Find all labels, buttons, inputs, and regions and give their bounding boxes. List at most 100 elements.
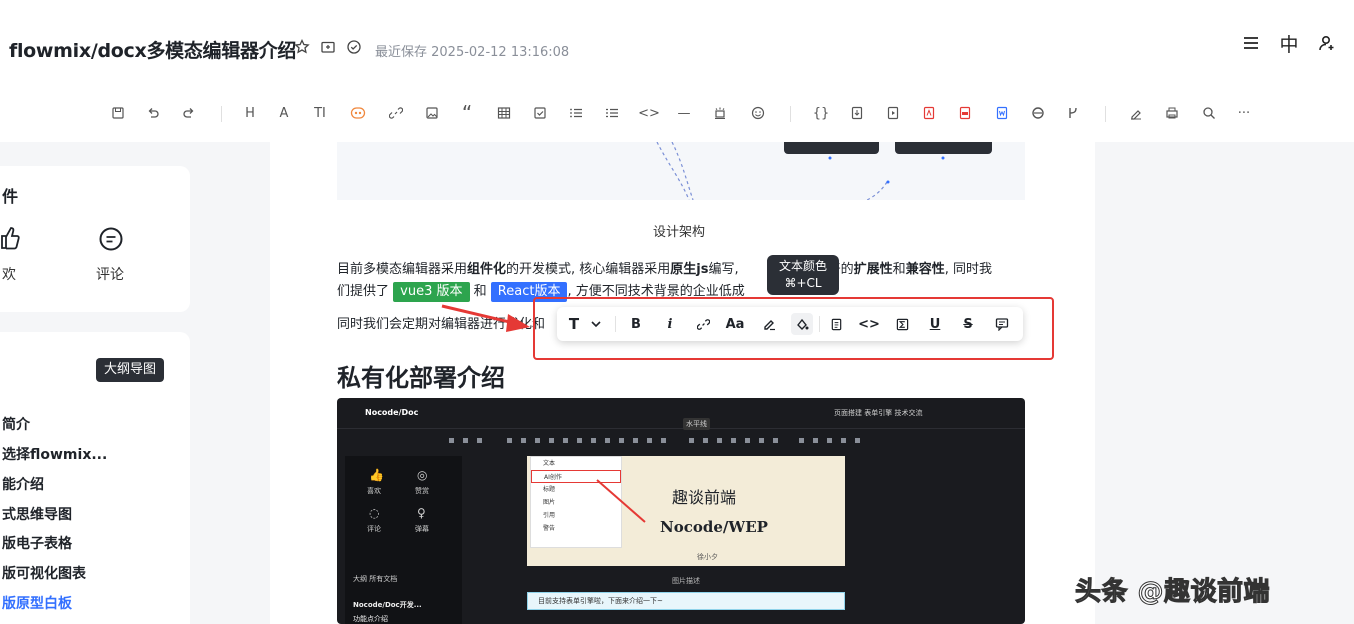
tooltip-title: 文本颜色 [778, 259, 827, 273]
editor-toolbar: H A TI “ <> — {} ··· [0, 94, 1354, 132]
tooltip-shortcut: ⌘+CL [784, 276, 822, 290]
cover-title: 趣谈前端 [672, 488, 737, 507]
code-block-icon[interactable]: {} [810, 102, 832, 124]
outline-map-button[interactable]: 大纲导图 [96, 358, 165, 382]
export-icon[interactable] [882, 102, 904, 124]
reward-label: 赞赏 [415, 487, 429, 495]
folder-icon[interactable] [319, 38, 337, 56]
ordered-list-icon[interactable] [565, 102, 587, 124]
star-icon[interactable] [293, 38, 311, 56]
outline-item[interactable]: 版可视化图表 [2, 563, 86, 583]
cover-subtitle: Nocode/WEP [660, 518, 768, 536]
print-icon[interactable] [1161, 102, 1183, 124]
screenshot-tooltip: 水平线 [683, 418, 710, 430]
bold-text: 扩展性 [853, 262, 893, 277]
sidebar-tabs: 大纲 所有文档 [353, 575, 398, 583]
like-icon: 👍 [369, 468, 384, 482]
redo-icon[interactable] [178, 102, 200, 124]
code-icon[interactable]: <> [638, 102, 660, 124]
search-icon[interactable] [1198, 102, 1220, 124]
screenshot-caption: 图片描述 [672, 577, 700, 585]
comment-label: 评论 [96, 267, 124, 283]
architecture-figure [337, 142, 1025, 200]
quote-icon[interactable]: “ [456, 101, 478, 125]
ppt-icon[interactable] [954, 102, 976, 124]
outline-item-active[interactable]: 版原型白板 [2, 593, 72, 613]
pdf-icon[interactable] [918, 102, 940, 124]
heading-icon[interactable]: H [239, 102, 261, 124]
like-icon[interactable] [0, 226, 20, 250]
menu-item: 文本 [543, 460, 556, 467]
outline-item[interactable]: 选择flowmix... [2, 444, 107, 464]
import-icon[interactable] [846, 102, 868, 124]
outline-item[interactable]: 能介绍 [2, 474, 44, 494]
table-icon[interactable] [493, 102, 515, 124]
html-icon[interactable] [1027, 102, 1049, 124]
screenshot-toolbar [449, 438, 860, 443]
text-run: , 同时我 [944, 262, 992, 277]
section-heading[interactable]: 私有化部署介绍 [337, 358, 505, 393]
annotation-highlight-box [533, 297, 1054, 360]
bold-text: 原生js [670, 262, 709, 277]
comment-icon: ◌ [369, 506, 380, 520]
save-icon[interactable] [107, 102, 129, 124]
word-icon[interactable] [991, 102, 1013, 124]
vue-tag[interactable]: vue3 版本 [393, 282, 470, 302]
screenshot-arrow [596, 479, 646, 523]
bullet-list-icon[interactable] [601, 102, 623, 124]
bold-text: 兼容性 [905, 262, 945, 277]
document-title[interactable]: flowmix/docx多模态编辑器介绍 [9, 36, 296, 63]
figure-caption: 设计架构 [653, 225, 706, 240]
top-header: flowmix/docx多模态编辑器介绍 最近保存 2025-02-12 13:… [0, 0, 1354, 84]
screenshot-divider [337, 428, 1025, 429]
emoji-icon[interactable] [747, 102, 769, 124]
reaction-card [0, 166, 190, 312]
text-run: 目前多模态编辑器采用 [337, 262, 468, 277]
outline-item[interactable]: 简介 [2, 414, 30, 434]
title-icons [293, 38, 363, 56]
paragraph-1[interactable]: 目前多模态编辑器采用组件化的开发模式, 核心编辑器采用原生js编写,更好的扩展性… [337, 260, 992, 280]
more-icon[interactable]: ··· [1233, 102, 1255, 124]
save-status: 最近保存 2025-02-12 13:16:08 [375, 45, 570, 60]
sidebar-item: Nocode/Doc开发... [353, 601, 422, 609]
menu-icon[interactable] [1240, 32, 1262, 54]
comment-label: 评论 [367, 525, 381, 533]
sidebar-item: 功能点介绍 [353, 615, 388, 623]
text-run: 们提供了 [337, 284, 390, 299]
screenshot-input: 目前支持表单引擎啦，下面来介绍一下~ [527, 592, 845, 610]
sign-icon[interactable] [1125, 102, 1147, 124]
highlight-icon[interactable] [709, 102, 731, 124]
link-icon[interactable] [385, 102, 407, 124]
ai-icon[interactable] [347, 102, 369, 124]
text-run: 和 [892, 262, 906, 277]
comment-icon[interactable] [98, 226, 124, 252]
reward-icon: ◎ [417, 468, 428, 482]
language-icon[interactable]: 中 [1278, 32, 1300, 56]
toolbar-divider [1105, 106, 1106, 122]
bold-text: 组件化 [467, 262, 507, 277]
outline-item[interactable]: 版电子表格 [2, 533, 72, 553]
add-user-icon[interactable] [1316, 32, 1338, 54]
check-circle-icon [345, 38, 363, 56]
screenshot-nav: 页面搭建 表单引擎 技术交流 [834, 409, 923, 417]
right-pane [1095, 142, 1354, 624]
reaction-card-title: 件 [2, 187, 19, 206]
header-actions: 中 [1240, 32, 1338, 56]
undo-icon[interactable] [142, 102, 164, 124]
like-label: 欢 [2, 267, 16, 283]
outline-item[interactable]: 式思维导图 [2, 504, 72, 524]
text-run: 的开发模式, 核心编辑器采用 [506, 262, 671, 277]
checkbox-icon[interactable] [529, 102, 551, 124]
text-run: 编写, [708, 262, 739, 277]
text-style-icon[interactable]: TI [309, 102, 331, 124]
font-size-icon[interactable]: A [273, 102, 295, 124]
cover-author: 徐小夕 [697, 553, 718, 561]
divider-icon[interactable]: — [673, 102, 695, 124]
image-icon[interactable] [421, 102, 443, 124]
like-label: 喜欢 [367, 487, 381, 495]
figure-lines [656, 142, 945, 200]
danmaku-label: 弹幕 [415, 525, 429, 533]
toolbar-divider [221, 106, 222, 122]
branch-icon[interactable] [1062, 102, 1084, 124]
watermark: 头条 @趣谈前端 [1074, 577, 1271, 608]
